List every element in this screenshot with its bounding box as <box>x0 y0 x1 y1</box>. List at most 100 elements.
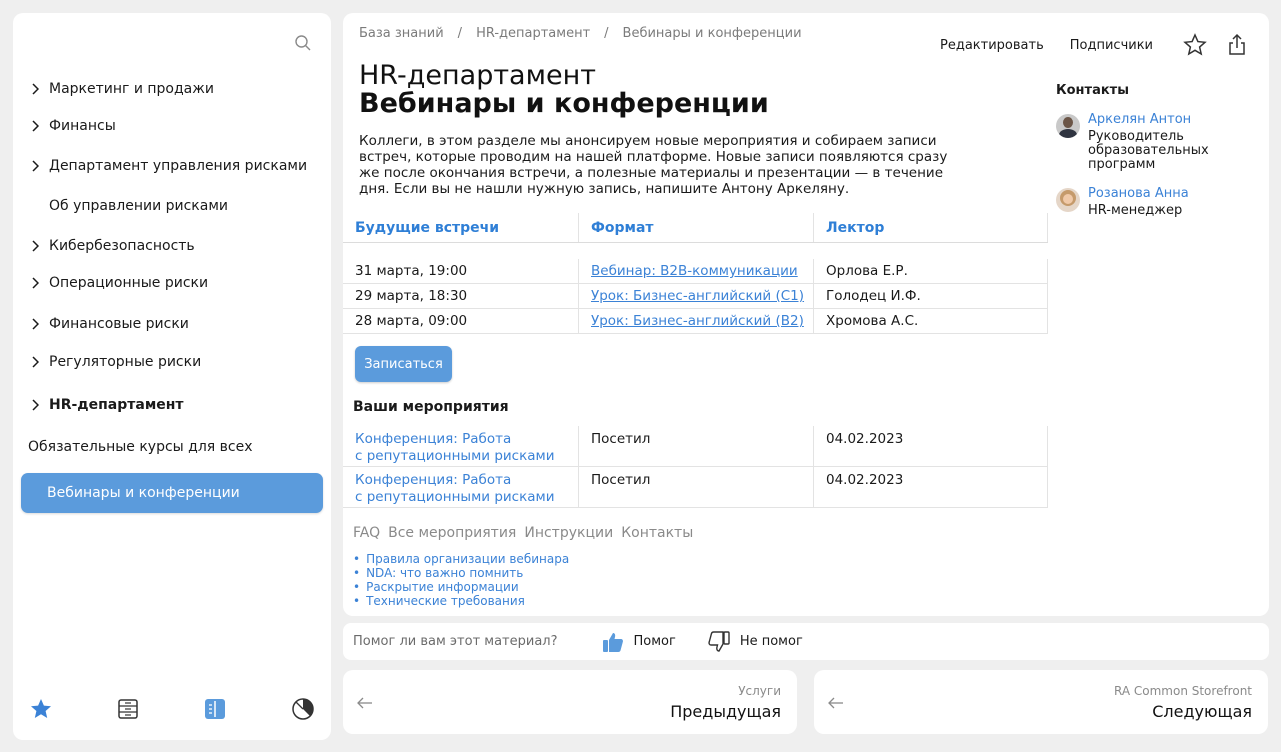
favorite-star-icon[interactable] <box>1183 33 1207 57</box>
sidebar-item-cybersecurity[interactable]: Кибербезопасность <box>27 237 321 255</box>
table-row: Конференция: Работа с репутационными рис… <box>343 426 1048 467</box>
not-helpful-button[interactable]: Не помог <box>708 630 803 653</box>
not-helpful-label: Не помог <box>739 634 803 649</box>
table-row: Конференция: Работа с репутационными рис… <box>343 467 1048 508</box>
sidebar-item-webinars[interactable]: Вебинары и конференции <box>21 473 323 513</box>
catalog-icon[interactable] <box>116 697 140 721</box>
chevron-right-icon <box>27 118 43 134</box>
previous-label: Предыдущая <box>670 702 781 721</box>
event-name-link[interactable]: Конференция: Работа с репутационными рис… <box>355 431 554 465</box>
avatar <box>1056 114 1080 138</box>
helpful-button[interactable]: Помог <box>602 631 676 653</box>
event-lecturer: Хромова А.С. <box>813 309 1048 333</box>
instructions-link[interactable]: Инструкции <box>524 525 613 541</box>
sidebar-item-label: Маркетинг и продажи <box>49 81 214 97</box>
subscribers-button[interactable]: Подписчики <box>1070 38 1153 53</box>
sidebar-item-label: Операционные риски <box>49 275 209 291</box>
contact-name-link[interactable]: Аркелян Антон <box>1088 112 1218 128</box>
resource-link[interactable]: Правила организации вебинара <box>353 552 569 566</box>
sidebar-item-label: Регуляторные риски <box>49 354 202 370</box>
sidebar-item-regulatory-risk[interactable]: Регуляторные риски <box>27 353 321 371</box>
chevron-right-icon <box>27 158 43 174</box>
chart-icon[interactable] <box>291 697 315 721</box>
breadcrumb-item[interactable]: HR-департамент <box>476 26 590 41</box>
event-date: 31 марта, 19:00 <box>355 263 468 279</box>
sidebar-item-label: Департамент управления рисками <box>49 158 308 174</box>
signup-button[interactable]: Записаться <box>355 346 452 382</box>
column-header-lecturer[interactable]: Лектор <box>813 213 1048 242</box>
edit-button[interactable]: Редактировать <box>940 38 1044 53</box>
event-name-cell: Конференция: Работа с репутационными рис… <box>343 426 578 466</box>
next-page-card[interactable]: RA Common Storefront Следующая <box>814 670 1268 734</box>
sidebar-item-risk-department[interactable]: Департамент управления рисками <box>27 157 321 175</box>
contacts-link[interactable]: Контакты <box>621 525 693 541</box>
sidebar-item-about-risk[interactable]: Об управлении рисками <box>49 197 321 215</box>
upcoming-table-header: Будущие встречи Формат Лектор <box>343 213 1048 243</box>
chevron-right-icon <box>27 81 43 97</box>
breadcrumb-item[interactable]: База знаний <box>359 26 444 41</box>
my-events-title: Ваши мероприятия <box>353 399 509 415</box>
chevron-right-icon <box>27 238 43 254</box>
intro-text: Коллеги, в этом разделе мы анонсируем но… <box>359 133 948 197</box>
avatar <box>1056 188 1080 212</box>
share-icon[interactable] <box>1225 33 1249 57</box>
contact-name-link[interactable]: Розанова Анна <box>1088 186 1189 202</box>
sidebar-item-label: Вебинары и конференции <box>47 485 240 501</box>
sidebar-item-marketing[interactable]: Маркетинг и продажи <box>27 80 321 98</box>
sidebar: Маркетинг и продажи Финансы Департамент … <box>13 13 331 740</box>
sidebar-item-financial-risk[interactable]: Финансовые риски <box>27 315 321 333</box>
table-row: 28 марта, 09:00 Урок: Бизнес-английский … <box>343 309 1048 334</box>
column-header-format[interactable]: Формат <box>578 213 813 242</box>
resource-link[interactable]: NDA: что важно помнить <box>353 566 569 580</box>
sidebar-item-operational-risk[interactable]: Операционные риски <box>27 274 321 292</box>
chevron-right-icon <box>27 275 43 291</box>
event-format-link[interactable]: Вебинар: B2B-коммуникации <box>591 263 798 279</box>
thumbs-down-icon <box>708 630 730 652</box>
sidebar-item-label: Кибербезопасность <box>49 238 195 254</box>
page-actions: Редактировать Подписчики <box>940 33 1249 57</box>
contact-role: Руководитель образовательных программ <box>1088 129 1209 172</box>
main-content: База знаний / HR-департамент / Вебинары … <box>343 13 1269 616</box>
feedback-question: Помог ли вам этот материал? <box>353 634 558 649</box>
contact-card: Аркелян Антон Руководитель образовательн… <box>1056 112 1256 172</box>
event-format-link[interactable]: Урок: Бизнес-английский (B2) <box>591 313 804 329</box>
chevron-right-icon <box>27 397 43 413</box>
next-section-label: RA Common Storefront <box>1114 684 1252 698</box>
resource-link[interactable]: Технические требования <box>353 594 569 608</box>
sidebar-item-label: HR-департамент <box>49 397 184 413</box>
event-name-line: с репутационными рисками <box>355 448 555 464</box>
faq-link[interactable]: FAQ <box>353 525 380 541</box>
my-events-table: Конференция: Работа с репутационными рис… <box>343 426 1048 508</box>
breadcrumb-item[interactable]: Вебинары и конференции <box>623 26 802 41</box>
contacts-title: Контакты <box>1056 83 1129 98</box>
contacts-panel: Контакты Аркелян Антон Руководитель обра… <box>1056 83 1256 232</box>
breadcrumb-separator: / <box>604 26 609 41</box>
event-format-link[interactable]: Урок: Бизнес-английский (C1) <box>591 288 804 304</box>
sidebar-item-hr[interactable]: HR-департамент <box>27 396 321 414</box>
all-events-link[interactable]: Все мероприятия <box>388 525 516 541</box>
event-lecturer: Орлова Е.Р. <box>813 259 1048 283</box>
helpful-label: Помог <box>633 634 676 649</box>
event-name-link[interactable]: Конференция: Работа с репутационными рис… <box>355 472 554 506</box>
contact-role: HR-менеджер <box>1088 203 1183 218</box>
event-date: 29 марта, 18:30 <box>355 288 468 304</box>
star-icon[interactable] <box>29 697 53 721</box>
search-icon[interactable] <box>294 34 312 52</box>
event-format-cell: Урок: Бизнес-английский (B2) <box>578 309 813 333</box>
column-header-upcoming[interactable]: Будущие встречи <box>343 213 578 242</box>
previous-page-card[interactable]: Услуги Предыдущая <box>343 670 797 734</box>
sidebar-item-mandatory-courses[interactable]: Обязательные курсы для всех <box>28 438 321 456</box>
table-header-row: Будущие встречи Формат Лектор <box>343 213 1048 243</box>
event-date: 04.02.2023 <box>813 467 1048 507</box>
event-name-line: Конференция: Работа <box>355 472 512 488</box>
sidebar-item-finance[interactable]: Финансы <box>27 117 321 135</box>
book-icon[interactable] <box>203 697 227 721</box>
event-status: Посетил <box>578 426 813 466</box>
sidebar-item-label: Финансовые риски <box>49 316 189 332</box>
upcoming-table: 31 марта, 19:00 Вебинар: B2B-коммуникаци… <box>343 259 1048 334</box>
next-label: Следующая <box>1152 702 1252 721</box>
resource-link[interactable]: Раскрытие информации <box>353 580 569 594</box>
page-title: Вебинары и конференции <box>359 88 769 119</box>
table-row: 31 марта, 19:00 Вебинар: B2B-коммуникаци… <box>343 259 1048 284</box>
contact-card: Розанова Анна HR-менеджер <box>1056 186 1256 218</box>
